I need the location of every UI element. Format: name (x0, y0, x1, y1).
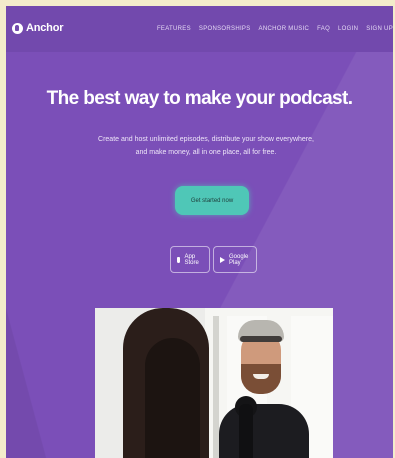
apple-icon (177, 256, 181, 263)
play-icon (220, 256, 225, 263)
photo-interviewer-shadow (145, 338, 200, 458)
nav-item-sponsorships[interactable]: Sponsorships (199, 26, 251, 32)
nav-item-faq[interactable]: FAQ (317, 26, 330, 32)
get-started-button[interactable]: Get started now (175, 186, 249, 215)
nav-item-sign-up[interactable]: Sign up (366, 26, 393, 32)
anchor-logo[interactable]: Anchor (12, 22, 64, 34)
photo-guest-cap-band (240, 336, 282, 342)
hero-photo (95, 308, 333, 458)
google-play-button[interactable]: Google Play (213, 246, 257, 273)
brand-name: Anchor (26, 22, 64, 34)
app-store-label: App Store (184, 253, 199, 266)
nav-item-login[interactable]: Login (338, 26, 358, 32)
photo-guest-smile (253, 374, 269, 379)
microphone-stand (239, 404, 253, 458)
page-title: The best way to make your podcast. (46, 88, 353, 109)
main-nav: Features Sponsorships Anchor Music FAQ L… (157, 26, 393, 32)
nav-item-features[interactable]: Features (157, 26, 191, 32)
google-play-label: Google Play (229, 253, 249, 266)
anchor-logo-icon (12, 22, 23, 34)
get-started-label: Get started now (190, 197, 234, 204)
app-store-button[interactable]: App Store (170, 246, 210, 273)
hero-subtitle: Create and host unlimited episodes, dist… (98, 136, 314, 156)
photo-guest-body (219, 404, 309, 458)
nav-item-anchor-music[interactable]: Anchor Music (259, 26, 310, 32)
browser-viewport: Anchor Features Sponsorships Anchor Musi… (6, 6, 393, 458)
